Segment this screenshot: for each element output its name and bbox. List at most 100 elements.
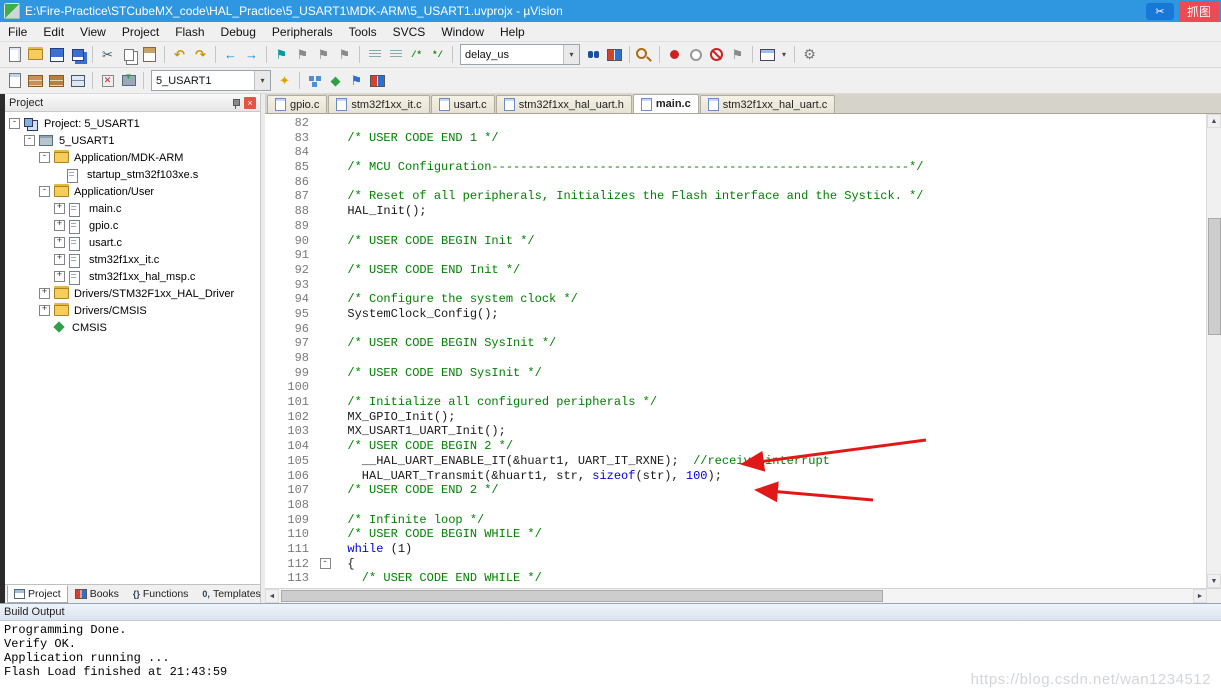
target-combo-dropdown-icon[interactable]: ▾ [254,71,270,90]
menu-debug[interactable]: Debug [213,25,264,39]
tree-item[interactable]: +Drivers/STM32F1xx_HAL_Driver [5,285,260,302]
uncomment-icon[interactable]: */ [428,45,447,64]
translate-icon[interactable] [5,71,24,90]
vertical-scrollbar[interactable]: ▲ ▼ [1206,114,1221,588]
panel-tab-functions[interactable]: {}Functions [126,585,196,603]
tree-expander-icon[interactable]: - [9,118,20,129]
breakpoint-icon[interactable] [665,45,684,64]
editor-tab-stm32f1xx_hal_uart.h[interactable]: stm32f1xx_hal_uart.h [496,95,632,113]
menu-tools[interactable]: Tools [341,25,385,39]
find-in-files-icon[interactable] [584,45,603,64]
tree-expander-icon[interactable]: + [39,288,50,299]
bookmark-prev-icon[interactable]: ⚑ [293,45,312,64]
tree-item[interactable]: -Project: 5_USART1 [5,115,260,132]
editor-tab-usart.c[interactable]: usart.c [431,95,495,113]
capture-tool-icon[interactable]: ✂ [1146,3,1174,20]
menu-view[interactable]: View [72,25,114,39]
breakpoint-kill-icon[interactable] [707,45,726,64]
configure-icon[interactable]: ⚙ [800,45,819,64]
breakpoint-enable-all-icon[interactable]: ⚑ [728,45,747,64]
tree-expander-icon[interactable]: + [54,237,65,248]
vscroll-track[interactable] [1207,128,1221,574]
tree-expander-icon[interactable]: + [54,203,65,214]
editor-tab-stm32f1xx_hal_uart.c[interactable]: stm32f1xx_hal_uart.c [700,95,836,113]
tree-expander-icon[interactable]: + [54,254,65,265]
copy-icon[interactable] [119,45,138,64]
scroll-up-icon[interactable]: ▲ [1207,114,1221,128]
indent-icon[interactable] [365,45,384,64]
redo-icon[interactable]: ↷ [191,45,210,64]
tree-item[interactable]: -5_USART1 [5,132,260,149]
target-combo[interactable]: 5_USART1▾ [151,70,271,91]
books-icon[interactable] [368,71,387,90]
outdent-icon[interactable] [386,45,405,64]
hscroll-track[interactable] [279,589,1193,603]
tree-item[interactable]: startup_stm32f103xe.s [5,166,260,183]
tree-expander-icon[interactable]: + [39,305,50,316]
menu-window[interactable]: Window [433,25,492,39]
save-icon[interactable] [47,45,66,64]
menu-edit[interactable]: Edit [35,25,72,39]
tree-item[interactable]: +usart.c [5,234,260,251]
vscroll-thumb[interactable] [1208,218,1221,335]
panel-tab-project[interactable]: Project [7,585,68,603]
menu-project[interactable]: Project [114,25,167,39]
comment-icon[interactable]: /* [407,45,426,64]
new-file-icon[interactable] [5,45,24,64]
scroll-left-icon[interactable]: ◄ [265,589,279,603]
navigate-forward-icon[interactable]: → [242,45,261,64]
rebuild-icon[interactable] [47,71,66,90]
pin-icon[interactable] [231,98,240,108]
tree-item[interactable]: +stm32f1xx_it.c [5,251,260,268]
save-all-icon[interactable] [68,45,87,64]
panel-tab-templates[interactable]: 0,Templates [195,585,267,603]
bookmark-next-icon[interactable]: ⚑ [314,45,333,64]
scroll-down-icon[interactable]: ▼ [1207,574,1221,588]
menu-help[interactable]: Help [492,25,533,39]
menu-flash[interactable]: Flash [167,25,212,39]
close-panel-icon[interactable]: × [244,97,256,109]
manage-components-icon[interactable] [305,71,324,90]
book-icon[interactable] [605,45,624,64]
tree-item[interactable]: -Application/MDK-ARM [5,149,260,166]
fold-icon[interactable]: - [320,558,331,569]
tree-item[interactable]: -Application/User [5,183,260,200]
run-time-environment-icon[interactable]: ◆ [326,71,345,90]
build-icon[interactable] [26,71,45,90]
paste-icon[interactable] [140,45,159,64]
tree-expander-icon[interactable]: - [39,186,50,197]
open-file-icon[interactable] [26,45,45,64]
tree-item[interactable]: +stm32f1xx_hal_msp.c [5,268,260,285]
horizontal-scrollbar[interactable]: ◄ ► [265,588,1221,603]
window-layout-dropdown-icon[interactable]: ▾ [778,45,790,64]
tree-item[interactable]: +Drivers/CMSIS [5,302,260,319]
window-layout-icon[interactable] [758,45,777,64]
undo-icon[interactable]: ↶ [170,45,189,64]
find-combo[interactable]: delay_us▾ [460,44,580,65]
code-area[interactable]: 8283 /* USER CODE END 1 */8485 /* MCU Co… [265,114,1206,588]
download-icon[interactable] [119,71,138,90]
scroll-right-icon[interactable]: ► [1193,589,1207,603]
navigate-back-icon[interactable]: ← [221,45,240,64]
cut-icon[interactable]: ✂ [98,45,117,64]
tree-expander-icon[interactable]: - [39,152,50,163]
capture-button[interactable]: 抓图 [1179,1,1219,22]
editor-tab-stm32f1xx_it.c[interactable]: stm32f1xx_it.c [328,95,429,113]
tree-expander-icon[interactable]: - [24,135,35,146]
tree-expander-icon[interactable]: + [54,220,65,231]
target-options-icon[interactable]: ✦ [275,71,294,90]
batch-build-icon[interactable] [68,71,87,90]
flash-config-icon[interactable]: ⚑ [347,71,366,90]
tree-item[interactable]: +gpio.c [5,217,260,234]
tree-item[interactable]: +main.c [5,200,260,217]
bookmark-toggle-icon[interactable]: ⚑ [272,45,291,64]
bookmark-clear-icon[interactable]: ⚑ [335,45,354,64]
editor-tab-gpio.c[interactable]: gpio.c [267,95,327,113]
hscroll-thumb[interactable] [281,590,883,602]
breakpoint-disable-icon[interactable] [686,45,705,64]
menu-peripherals[interactable]: Peripherals [264,25,341,39]
menu-file[interactable]: File [0,25,35,39]
find-combo-dropdown-icon[interactable]: ▾ [563,45,579,64]
stop-build-icon[interactable] [98,71,117,90]
tree-expander-icon[interactable]: + [54,271,65,282]
